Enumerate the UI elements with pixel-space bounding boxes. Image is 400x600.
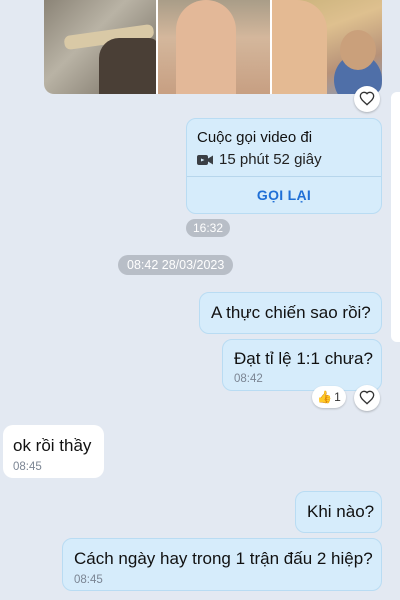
react-heart-button[interactable] — [354, 385, 380, 411]
call-time-badge: 16:32 — [186, 219, 231, 237]
call-duration: 15 phút 52 giây — [219, 151, 322, 168]
message-text: Cách ngày hay trong 1 trận đấu 2 hiệp? — [74, 549, 373, 568]
message-text: A thực chiến sao rồi? — [211, 303, 371, 322]
outgoing-message[interactable]: Khi nào? — [295, 491, 382, 533]
outgoing-message[interactable]: Đạt tỉ lệ 1:1 chưa? 08:42 — [222, 339, 382, 391]
scrollbar[interactable] — [391, 92, 400, 342]
message-text: Khi nào? — [307, 502, 375, 521]
heart-icon — [359, 91, 375, 106]
video-call-card: Cuộc gọi video đi 15 phút 52 giây GỌI LẠ… — [186, 118, 382, 214]
reaction-count: 1 — [334, 390, 341, 404]
call-title: Cuộc gọi video đi — [197, 129, 313, 146]
message-text: ok rồi thầy — [13, 436, 92, 455]
photo-thumbnail-1[interactable] — [44, 0, 156, 94]
message-text: Đạt tỉ lệ 1:1 chưa? — [234, 349, 373, 368]
outgoing-message[interactable]: A thực chiến sao rồi? — [199, 292, 382, 334]
outgoing-message[interactable]: Cách ngày hay trong 1 trận đấu 2 hiệp? 0… — [62, 538, 382, 591]
photo-thumbnail-3[interactable] — [272, 0, 382, 94]
incoming-message[interactable]: ok rồi thầy 08:45 — [3, 425, 104, 478]
date-divider: 08:42 28/03/2023 — [118, 255, 234, 275]
message-time: 08:45 — [13, 461, 42, 473]
message-time: 08:42 — [234, 373, 263, 385]
call-duration-row: 15 phút 52 giây — [197, 151, 322, 168]
reaction-badge[interactable]: 👍 1 — [312, 386, 346, 408]
heart-icon — [359, 390, 375, 405]
shared-photo-album[interactable] — [44, 0, 382, 94]
photo-thumbnail-2[interactable] — [158, 0, 270, 94]
video-camera-icon — [197, 154, 213, 165]
call-back-button[interactable]: GỌI LẠI — [187, 177, 381, 213]
message-time: 08:45 — [74, 574, 103, 586]
react-heart-button[interactable] — [354, 86, 380, 112]
thumbs-up-icon: 👍 — [317, 390, 333, 404]
